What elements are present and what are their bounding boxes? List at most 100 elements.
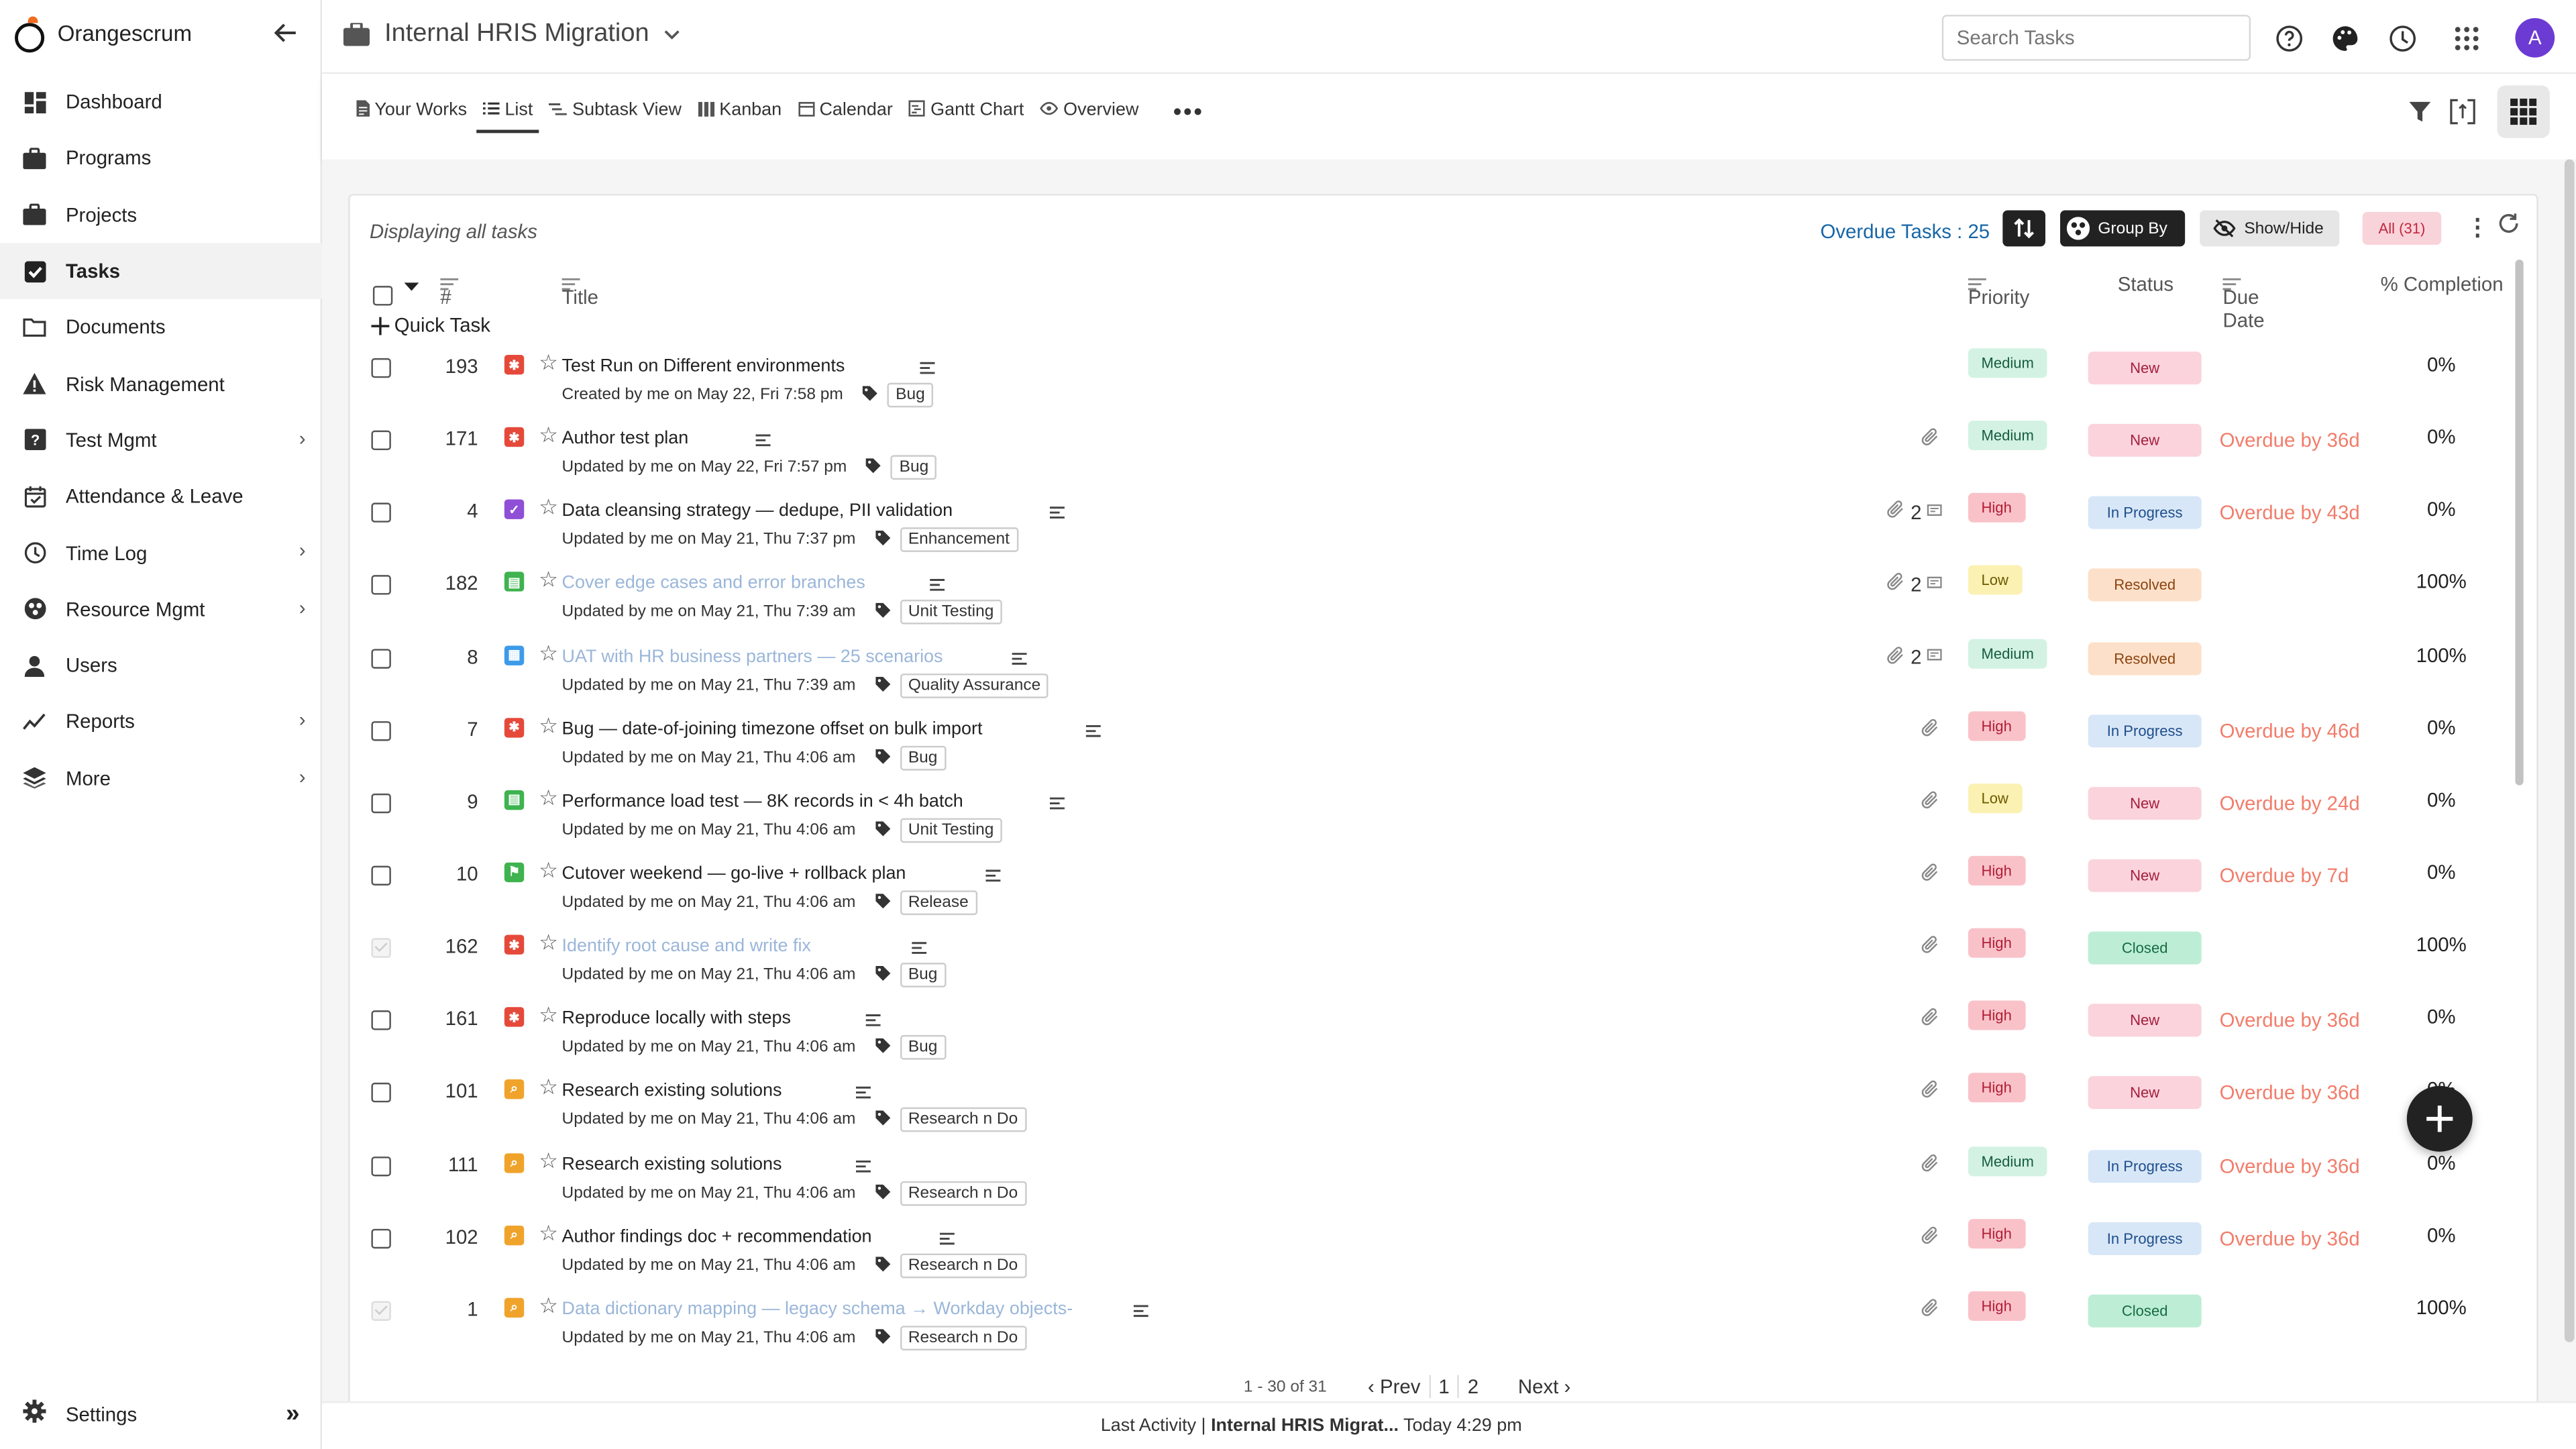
due-date[interactable]: Overdue by 7d (2220, 864, 2349, 887)
task-title[interactable]: Cover edge cases and error branches (562, 574, 865, 594)
task-label-tag[interactable]: Research n Do (900, 1180, 1026, 1205)
status-badge[interactable]: In Progress (2088, 496, 2202, 530)
task-number[interactable]: 193 (429, 355, 478, 378)
table-row[interactable]: 7 ✱ ☆ Bug — date-of-joining timezone offset… (350, 704, 2514, 777)
clock-icon[interactable] (2387, 23, 2416, 52)
priority-badge[interactable]: High (1968, 710, 2025, 741)
row-checkbox[interactable] (371, 720, 391, 741)
due-date[interactable]: Overdue by 36d (2220, 1227, 2360, 1250)
pager-prev[interactable]: ‹ Prev (1360, 1375, 1429, 1398)
sidebar-item-attendance-leave[interactable]: Attendance & Leave (0, 468, 322, 525)
overdue-tasks-link[interactable]: Overdue Tasks : 25 (1820, 220, 1990, 243)
task-number[interactable]: 8 (429, 645, 478, 667)
task-title[interactable]: Bug — date-of-joining timezone offset on… (562, 719, 983, 739)
star-icon[interactable]: ☆ (539, 930, 558, 956)
description-icon[interactable] (1133, 1304, 1148, 1318)
table-row[interactable]: 9 ▤ ☆ Performance load test — 8K records in… (350, 777, 2514, 849)
row-checkbox[interactable] (371, 358, 391, 378)
task-label-tag[interactable]: Bug (900, 963, 946, 988)
task-label-tag[interactable]: Release (900, 890, 977, 916)
sort-toggle-button[interactable] (2002, 210, 2046, 247)
priority-badge[interactable]: Medium (1968, 348, 2047, 378)
due-date[interactable]: Overdue by 36d (2220, 1009, 2360, 1032)
col-header-priority[interactable]: Priority (1968, 273, 2029, 309)
attachment-indicator[interactable] (1921, 790, 1940, 815)
table-row[interactable]: 111 ⌕ ☆ Research existing solutions Updated … (350, 1139, 2514, 1212)
tab-your-works[interactable]: Your Works (356, 100, 467, 129)
group-by-button[interactable]: Group By (2060, 210, 2186, 247)
star-icon[interactable]: ☆ (539, 350, 558, 376)
table-row[interactable]: 161 ✱ ☆ Reproduce locally with steps Updated… (350, 994, 2514, 1067)
priority-badge[interactable]: Medium (1968, 421, 2047, 451)
priority-badge[interactable]: High (1968, 928, 2025, 959)
tab-overview[interactable]: Overview (1040, 100, 1138, 129)
task-number[interactable]: 182 (429, 572, 478, 595)
star-icon[interactable]: ☆ (539, 1003, 558, 1029)
page-scrollbar[interactable] (2564, 159, 2575, 1342)
task-number[interactable]: 111 (429, 1152, 478, 1175)
attachment-indicator[interactable] (1921, 935, 1940, 960)
row-checkbox[interactable] (371, 1155, 391, 1176)
attachment-indicator[interactable] (1921, 1008, 1940, 1032)
row-checkbox[interactable] (371, 1083, 391, 1104)
due-date[interactable]: Overdue by 36d (2220, 1155, 2360, 1177)
double-chevron-right-icon[interactable]: » (286, 1400, 299, 1428)
description-icon[interactable] (865, 1014, 881, 1028)
attachment-indicator[interactable] (1921, 1225, 1940, 1250)
description-icon[interactable] (1049, 796, 1065, 810)
sidebar-item-users[interactable]: Users (0, 637, 322, 694)
project-selector[interactable]: Internal HRIS Migration (343, 19, 680, 49)
star-icon[interactable]: ☆ (539, 1075, 558, 1102)
sidebar-item-time-log[interactable]: Time Log › (0, 525, 322, 581)
task-label-tag[interactable]: Bug (891, 455, 937, 480)
status-badge[interactable]: In Progress (2088, 714, 2202, 747)
table-row[interactable]: 182 ▤ ☆ Cover edge cases and error branches… (350, 559, 2514, 632)
table-scrollbar[interactable] (2515, 259, 2524, 786)
table-row[interactable]: 1 ⌕ ☆ Data dictionary mapping — legacy sche… (350, 1285, 2514, 1357)
table-row[interactable]: 102 ⌕ ☆ Author findings doc + recommendatio… (350, 1212, 2514, 1285)
description-icon[interactable] (985, 869, 1001, 882)
sidebar-item-programs[interactable]: Programs (0, 130, 322, 186)
attachment-indicator[interactable] (1921, 427, 1940, 452)
row-checkbox[interactable] (371, 1010, 391, 1031)
pager-next[interactable]: Next › (1510, 1375, 1579, 1398)
priority-badge[interactable]: Low (1968, 783, 2022, 813)
more-views-icon[interactable]: ••• (1173, 99, 1204, 127)
status-badge[interactable]: Closed (2088, 931, 2202, 965)
star-icon[interactable]: ☆ (539, 1220, 558, 1246)
table-row[interactable]: 101 ⌕ ☆ Research existing solutions Updated … (350, 1067, 2514, 1139)
task-label-tag[interactable]: Unit Testing (900, 818, 1002, 843)
priority-badge[interactable]: High (1968, 1218, 2025, 1248)
status-badge[interactable]: New (2088, 424, 2202, 458)
description-icon[interactable] (920, 362, 935, 375)
status-badge[interactable]: New (2088, 1004, 2202, 1037)
task-title[interactable]: Data dictionary mapping — legacy schema … (562, 1299, 1073, 1319)
user-avatar[interactable]: A (2515, 17, 2555, 58)
attachment-indicator[interactable]: 2 (1886, 572, 1941, 597)
help-icon[interactable] (2273, 23, 2303, 52)
status-badge[interactable]: Closed (2088, 1294, 2202, 1328)
row-checkbox[interactable] (371, 1301, 391, 1321)
expand-view-icon[interactable] (2448, 97, 2477, 126)
last-activity-project[interactable]: Internal HRIS Migrat... (1211, 1416, 1399, 1436)
sidebar-item-risk-management[interactable]: Risk Management (0, 356, 322, 412)
table-row[interactable]: 8 ▦ ☆ UAT with HR business partners — 25 sc… (350, 632, 2514, 704)
pager-page-1[interactable]: 1 (1428, 1375, 1460, 1399)
star-icon[interactable]: ☆ (539, 568, 558, 594)
priority-badge[interactable]: High (1968, 1001, 2025, 1031)
apps-grid-icon[interactable] (2451, 23, 2481, 52)
attachment-indicator[interactable] (1921, 1080, 1940, 1105)
star-icon[interactable]: ☆ (539, 423, 558, 449)
refresh-icon[interactable] (2497, 212, 2520, 244)
task-title[interactable]: Cutover weekend — go-live + rollback pla… (562, 864, 906, 883)
table-row[interactable]: 193 ✱ ☆ Test Run on Different environments C… (350, 341, 2514, 414)
description-icon[interactable] (912, 942, 927, 955)
task-title[interactable]: Research existing solutions (562, 1081, 782, 1101)
task-number[interactable]: 1 (429, 1297, 478, 1320)
description-icon[interactable] (930, 579, 945, 592)
task-number[interactable]: 101 (429, 1080, 478, 1103)
sidebar-item-tasks[interactable]: Tasks (0, 243, 323, 300)
task-label-tag[interactable]: Enhancement (900, 527, 1018, 553)
col-header-status[interactable]: Status (2118, 273, 2174, 296)
row-checkbox[interactable] (371, 430, 391, 451)
